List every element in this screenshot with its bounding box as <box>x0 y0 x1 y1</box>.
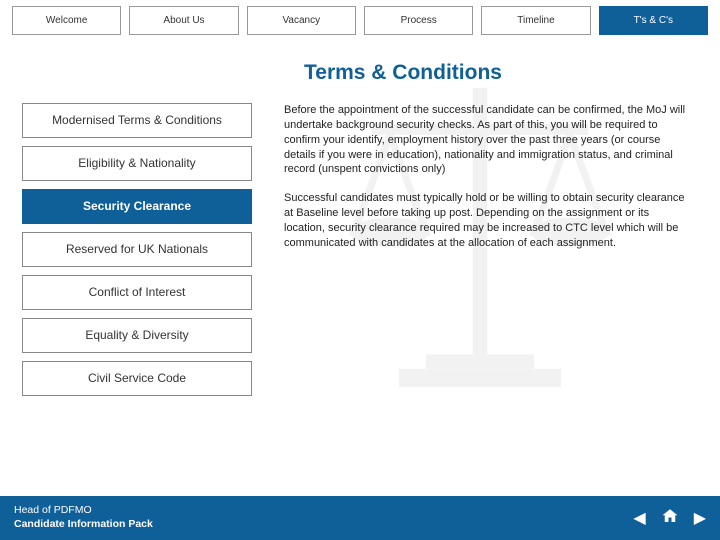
footer-line2: Candidate Information Pack <box>14 518 153 532</box>
footer: Head of PDFMO Candidate Information Pack… <box>0 496 720 540</box>
prev-arrow-icon[interactable]: ◀ <box>633 508 645 528</box>
tab-about-us[interactable]: About Us <box>129 6 238 35</box>
body-paragraph-1: Before the appointment of the successful… <box>284 103 692 177</box>
page-title: Terms & Conditions <box>0 61 720 85</box>
footer-text: Head of PDFMO Candidate Information Pack <box>14 504 153 531</box>
tab-timeline[interactable]: Timeline <box>481 6 590 35</box>
sidebar: Modernised Terms & Conditions Eligibilit… <box>22 103 252 404</box>
body-paragraph-2: Successful candidates must typically hol… <box>284 191 692 250</box>
tab-welcome[interactable]: Welcome <box>12 6 121 35</box>
tab-ts-and-cs[interactable]: T's & C's <box>599 6 708 35</box>
footer-nav: ◀ ▶ <box>633 507 706 530</box>
sidebar-item-eligibility[interactable]: Eligibility & Nationality <box>22 146 252 181</box>
sidebar-item-equality[interactable]: Equality & Diversity <box>22 318 252 353</box>
sidebar-item-security-clearance[interactable]: Security Clearance <box>22 189 252 224</box>
home-icon[interactable] <box>660 507 680 530</box>
tab-process[interactable]: Process <box>364 6 473 35</box>
footer-line1: Head of PDFMO <box>14 504 153 518</box>
next-arrow-icon[interactable]: ▶ <box>694 508 706 528</box>
sidebar-item-reserved-uk[interactable]: Reserved for UK Nationals <box>22 232 252 267</box>
sidebar-item-modernised-tc[interactable]: Modernised Terms & Conditions <box>22 103 252 138</box>
tab-vacancy[interactable]: Vacancy <box>247 6 356 35</box>
main-content: Before the appointment of the successful… <box>284 103 698 404</box>
sidebar-item-civil-service[interactable]: Civil Service Code <box>22 361 252 396</box>
sidebar-item-conflict[interactable]: Conflict of Interest <box>22 275 252 310</box>
top-nav: Welcome About Us Vacancy Process Timelin… <box>0 0 720 35</box>
